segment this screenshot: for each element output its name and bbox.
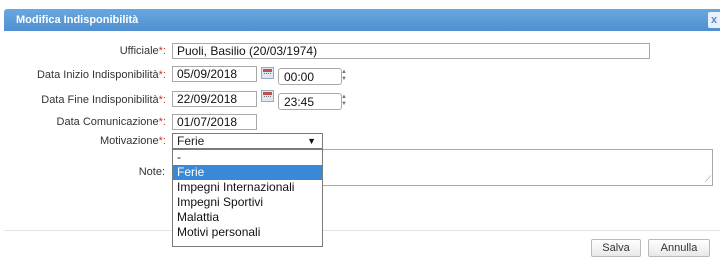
close-button[interactable]: x bbox=[708, 12, 720, 28]
dropdown-option[interactable]: Malattia bbox=[173, 210, 322, 225]
required-mark: *: bbox=[158, 94, 166, 106]
note-textarea[interactable]: ⟋ bbox=[322, 149, 713, 186]
dropdown-arrow-icon: ▼ bbox=[307, 136, 316, 146]
note-label: Note: bbox=[138, 166, 165, 178]
dropdown-option[interactable]: - bbox=[173, 150, 322, 165]
required-mark: *: bbox=[158, 135, 166, 147]
spinner-up-icon[interactable]: ▲ bbox=[339, 94, 349, 101]
data-fine-date-field[interactable]: 22/09/2018 bbox=[172, 91, 257, 107]
data-fine-time-spinner[interactable]: ▲ ▼ bbox=[339, 94, 349, 109]
calendar-icon[interactable] bbox=[261, 67, 274, 79]
footer-divider bbox=[4, 230, 720, 231]
dropdown-option[interactable]: Motivi personali bbox=[173, 225, 322, 240]
required-mark: *: bbox=[158, 116, 166, 128]
motivazione-selected-value: Ferie bbox=[177, 134, 205, 148]
edit-unavailability-dialog: Modifica Indisponibilità x Ufficiale*: P… bbox=[0, 0, 720, 257]
ufficiale-label: Ufficiale*: bbox=[119, 45, 166, 57]
save-button[interactable]: Salva bbox=[591, 239, 641, 257]
motivazione-label: Motivazione*: bbox=[99, 135, 166, 147]
data-inizio-label: Data Inizio Indisponibilità*: bbox=[36, 69, 166, 81]
data-fine-time-field[interactable]: 23:45 bbox=[278, 93, 342, 110]
data-fine-label: Data Fine Indisponibilità*: bbox=[41, 94, 166, 106]
data-comunicazione-field[interactable]: 01/07/2018 bbox=[172, 114, 257, 130]
spinner-down-icon[interactable]: ▼ bbox=[339, 76, 349, 83]
motivazione-select[interactable]: Ferie ▼ bbox=[172, 133, 323, 149]
motivazione-dropdown-list: - Ferie Impegni Internazionali Impegni S… bbox=[172, 149, 323, 247]
dialog-title: Modifica Indisponibilità bbox=[16, 14, 139, 26]
data-inizio-time-spinner[interactable]: ▲ ▼ bbox=[339, 69, 349, 84]
data-inizio-time-field[interactable]: 00:00 bbox=[278, 68, 342, 85]
resize-handle-icon[interactable]: ⟋ bbox=[705, 174, 711, 185]
spinner-down-icon[interactable]: ▼ bbox=[339, 101, 349, 108]
dropdown-option[interactable]: Impegni Internazionali bbox=[173, 180, 322, 195]
data-inizio-date-field[interactable]: 05/09/2018 bbox=[172, 66, 257, 82]
required-mark: *: bbox=[158, 69, 166, 81]
close-icon: x bbox=[710, 14, 718, 26]
ufficiale-field[interactable]: Puoli, Basilio (20/03/1974) bbox=[172, 43, 650, 59]
required-mark: *: bbox=[158, 45, 166, 57]
cancel-button[interactable]: Annulla bbox=[648, 239, 710, 257]
dropdown-option-selected[interactable]: Ferie bbox=[173, 165, 322, 180]
dropdown-option[interactable]: Impegni Sportivi bbox=[173, 195, 322, 210]
dialog-titlebar[interactable]: Modifica Indisponibilità x bbox=[4, 9, 720, 31]
data-comunicazione-label: Data Comunicazione*: bbox=[56, 116, 166, 128]
spinner-up-icon[interactable]: ▲ bbox=[339, 69, 349, 76]
calendar-icon[interactable] bbox=[261, 90, 274, 102]
